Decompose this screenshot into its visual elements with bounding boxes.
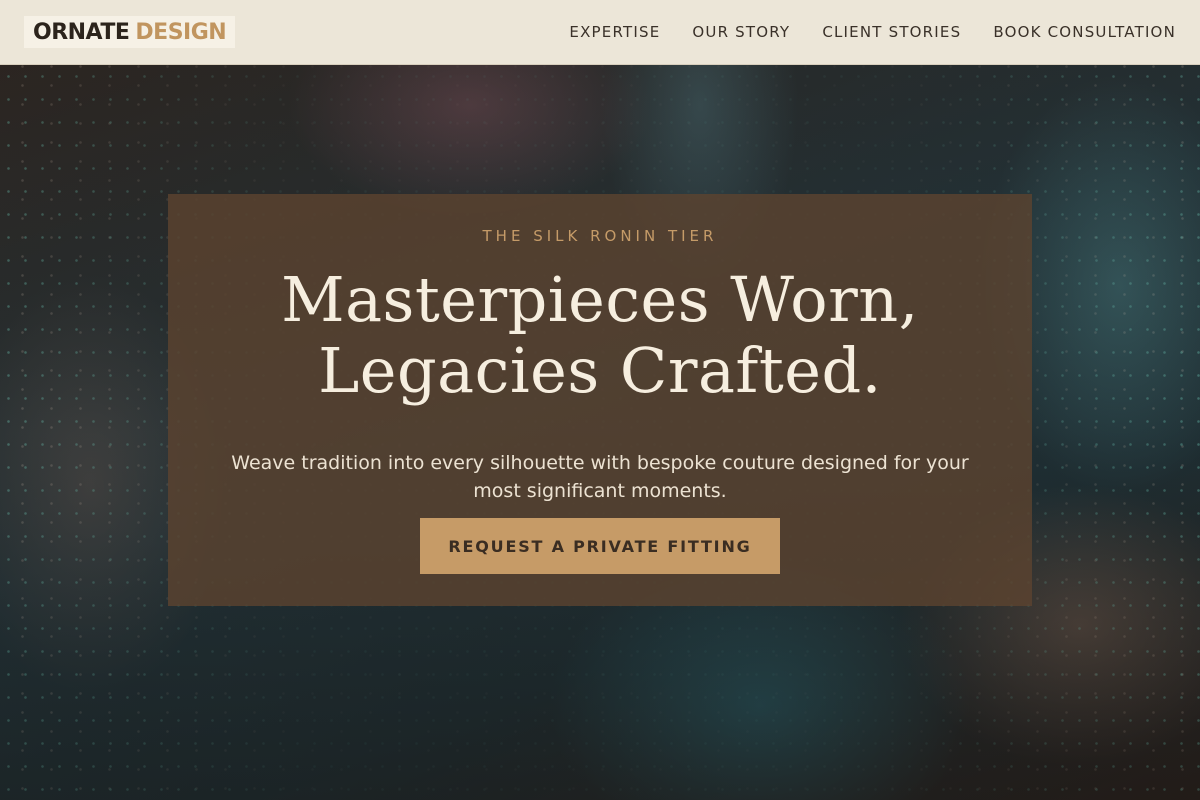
hero-headline-line-1: Masterpieces Worn,	[281, 263, 919, 336]
request-fitting-button[interactable]: REQUEST A PRIVATE FITTING	[420, 518, 780, 574]
nav-link-our-story[interactable]: OUR STORY	[692, 23, 790, 41]
nav-link-client-stories[interactable]: CLIENT STORIES	[822, 23, 961, 41]
logo-word-design: DESIGN	[135, 19, 227, 45]
nav-link-expertise[interactable]: EXPERTISE	[569, 23, 660, 41]
logo-word-ornate: ORNATE	[33, 19, 130, 45]
hero-card: THE SILK RONIN TIER Masterpieces Worn, L…	[168, 194, 1032, 606]
hero-eyebrow: THE SILK RONIN TIER	[482, 227, 718, 245]
nav-link-book-consultation[interactable]: BOOK CONSULTATION	[993, 23, 1176, 41]
hero-headline-line-2: Legacies Crafted.	[318, 334, 882, 407]
main-nav: EXPERTISE OUR STORY CLIENT STORIES BOOK …	[569, 23, 1176, 41]
brand-logo[interactable]: ORNATE DESIGN	[24, 16, 236, 48]
site-header: ORNATE DESIGN EXPERTISE OUR STORY CLIENT…	[0, 0, 1200, 65]
hero-subtext: Weave tradition into every silhouette wi…	[231, 452, 969, 502]
hero-headline: Masterpieces Worn, Legacies Crafted.	[168, 264, 1032, 406]
